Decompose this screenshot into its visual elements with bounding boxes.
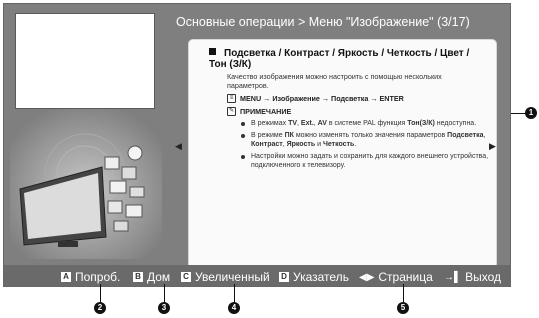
zoom-label: Увеличенный [195,270,270,284]
exit-icon: →▌ [444,271,462,283]
section-heading: Подсветка / Контраст / Яркость / Четкост… [209,48,484,70]
zoom-button[interactable]: C Увеличенный [181,270,270,284]
note-item: В режимах TV, Ext., AV в системе PAL фун… [241,119,491,128]
preview-window [15,13,155,109]
menu-path-line: ≡ MENU → Изображение → Подсветка → ENTER [227,94,484,103]
index-label: Указатель [293,270,349,284]
notes-list: В режимах TV, Ext., AV в системе PAL фун… [241,119,488,170]
callout-5: 5 [397,302,409,314]
section-heading-text: Подсветка / Контраст / Яркость / Четкост… [209,48,470,70]
tv-illustration [10,109,162,259]
callout-4: 4 [228,302,240,314]
callout-2: 2 [94,302,106,314]
d-key-icon: D [279,272,289,282]
bullet-square-icon [209,48,216,55]
exit-button[interactable]: →▌ Выход [444,270,501,284]
tv-screen: Основные операции > Меню "Изображение" (… [3,3,511,287]
try-label: Попроб. [75,270,121,284]
callout-1: 1 [525,107,537,119]
note-line: ✎ ПРИМЕЧАНИЕ [227,107,484,116]
callout-line-3 [164,284,165,302]
note-label: ПРИМЕЧАНИЕ [240,107,292,116]
callout-line-4 [234,284,235,302]
home-button[interactable]: B Дом [133,270,170,284]
note-icon: ✎ [227,107,236,116]
left-right-arrows-icon: ◀▶ [359,271,375,283]
home-label: Дом [147,270,171,284]
menu-path-icon: ≡ [227,94,236,103]
c-key-icon: C [181,272,191,282]
content-panel: Подсветка / Контраст / Яркость / Четкост… [188,39,497,269]
note-item: Настройки можно задать и сохранить для к… [241,152,491,170]
try-button[interactable]: A Попроб. [61,270,120,284]
callout-line-1 [511,113,525,114]
callout-3: 3 [158,302,170,314]
bottom-button-bar: A Попроб. B Дом C Увеличенный D Указател… [4,265,510,286]
note-item: В режиме ПК можно изменять только значен… [241,131,491,149]
b-key-icon: B [133,272,143,282]
callout-line-5 [403,284,404,302]
exit-label: Выход [465,270,501,284]
page-title: Основные операции > Меню "Изображение" (… [176,15,470,29]
index-button[interactable]: D Указатель [279,270,349,284]
page-button[interactable]: ◀▶ Страница [359,270,433,284]
a-key-icon: A [61,272,71,282]
next-page-arrow-icon[interactable]: ▶ [489,141,496,152]
page-label: Страница [378,270,433,284]
callout-line-2 [100,284,101,302]
intro-text: Качество изображения можно настроить с п… [227,72,442,90]
previous-page-arrow-icon[interactable]: ◀ [175,141,182,152]
menu-path-text: MENU → Изображение → Подсветка → ENTER [240,94,404,103]
